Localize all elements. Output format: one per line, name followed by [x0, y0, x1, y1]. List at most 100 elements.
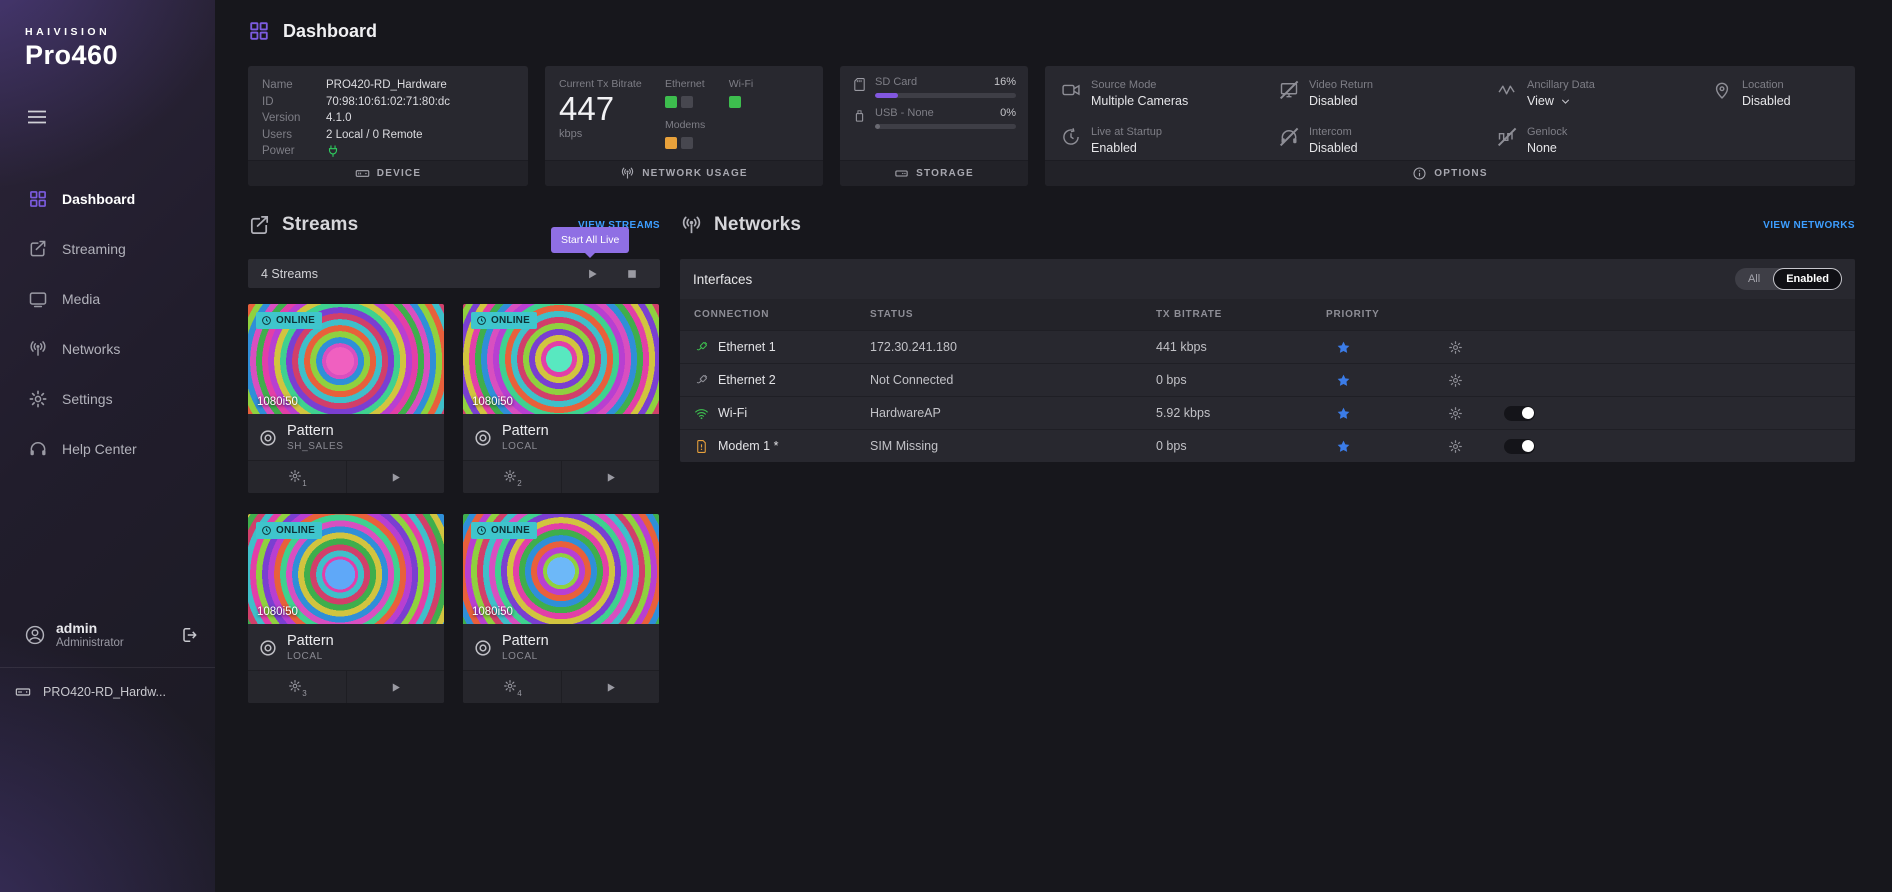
gear-icon: [1448, 439, 1463, 454]
stream-settings-button[interactable]: 2: [463, 461, 562, 493]
stream-name: Pattern: [502, 633, 549, 649]
device-field: ID 70:98:10:61:02:71:80:dc: [262, 94, 514, 111]
brand-name: HAIVISION: [25, 26, 215, 38]
stream-play-button[interactable]: [347, 461, 445, 493]
filter-all-option[interactable]: All: [1735, 268, 1773, 290]
sidebar-bottom: admin Administrator PRO420-RD_Hardw...: [0, 620, 215, 700]
streams-toolbar: 4 Streams: [248, 259, 660, 288]
stream-info: Pattern SH_SALES: [248, 414, 444, 460]
option-label: Live at Startup: [1091, 126, 1162, 138]
interface-settings-button[interactable]: [1448, 340, 1504, 355]
sidebar-item-label: Media: [62, 291, 100, 307]
clock-icon: [261, 315, 272, 326]
clock-icon: [476, 315, 487, 326]
stream-settings-button[interactable]: 3: [248, 671, 347, 703]
chevron-down-icon: [1560, 96, 1571, 107]
stream-thumbnail[interactable]: ONLINE 1080i50: [248, 304, 444, 414]
device-name-row[interactable]: PRO420-RD_Hardw...: [0, 668, 215, 700]
content-row: Streams VIEW STREAMS Start All Live 4 St…: [215, 186, 1892, 703]
option-intercom: Intercom Disabled: [1279, 126, 1497, 160]
genlock-icon: [1497, 127, 1517, 147]
sidebar-item-settings[interactable]: Settings: [0, 374, 215, 424]
sd-card-percent: 16%: [994, 76, 1016, 88]
option-value: Enabled: [1091, 141, 1162, 155]
pattern-icon: [258, 638, 278, 658]
network-usage-footer: NETWORK USAGE: [545, 160, 823, 186]
device-card-footer: DEVICE: [248, 160, 528, 186]
option-label: Intercom: [1309, 126, 1358, 138]
user-info: admin Administrator: [56, 620, 124, 649]
stream-play-button[interactable]: [562, 461, 660, 493]
stream-thumbnail[interactable]: ONLINE 1080i50: [248, 514, 444, 624]
priority-star[interactable]: [1326, 340, 1448, 355]
field-label: Power: [262, 143, 326, 160]
status-badge-label: ONLINE: [491, 315, 530, 326]
sidebar-item-media[interactable]: Media: [0, 274, 215, 324]
power-status-icon: [326, 143, 340, 160]
option-value: Disabled: [1742, 94, 1791, 108]
interface-status: HardwareAP: [870, 406, 1156, 420]
streams-section: Streams VIEW STREAMS Start All Live 4 St…: [248, 208, 660, 703]
sd-progress-fill: [875, 93, 898, 98]
stream-play-button[interactable]: [562, 671, 660, 703]
sidebar-item-streaming[interactable]: Streaming: [0, 224, 215, 274]
stream-card: ONLINE 1080i50 Pattern LOCAL: [248, 514, 444, 703]
stream-footer: 4: [463, 670, 659, 703]
user-role: Administrator: [56, 637, 124, 649]
play-icon: [389, 681, 402, 694]
resolution-label: 1080i50: [257, 606, 298, 618]
priority-star[interactable]: [1326, 406, 1448, 421]
options-footer: OPTIONS: [1045, 160, 1855, 186]
stop-all-streams-button[interactable]: [625, 267, 639, 281]
sim-warning-icon: [694, 439, 709, 454]
interface-settings-button[interactable]: [1448, 373, 1504, 388]
sidebar-item-networks[interactable]: Networks: [0, 324, 215, 374]
logout-button[interactable]: [179, 625, 199, 645]
storage-footer-label: STORAGE: [916, 168, 974, 179]
option-value: View: [1527, 94, 1554, 108]
wave-icon: [1497, 80, 1517, 100]
stream-thumbnail[interactable]: ONLINE 1080i50: [463, 304, 659, 414]
gear-icon: [1448, 373, 1463, 388]
view-networks-link[interactable]: VIEW NETWORKS: [1763, 220, 1855, 231]
stream-source: SH_SALES: [287, 441, 344, 452]
user-row: admin Administrator: [0, 620, 215, 649]
interface-bitrate: 441 kbps: [1156, 340, 1326, 354]
antenna-icon: [620, 166, 635, 181]
ethernet-status-group: Ethernet: [665, 78, 705, 108]
storage-body: SD Card 16% USB - None: [840, 66, 1028, 160]
stream-index: 2: [517, 479, 521, 488]
sidebar-item-help-center[interactable]: Help Center: [0, 424, 215, 474]
interface-name: Ethernet 2: [718, 373, 776, 387]
option-live-at-startup: Live at Startup Enabled: [1061, 126, 1279, 160]
interface-settings-button[interactable]: [1448, 406, 1504, 421]
sidebar-item-dashboard[interactable]: Dashboard: [0, 174, 215, 224]
gear-icon: [1448, 406, 1463, 421]
stream-card: ONLINE 1080i50 Pattern LOCAL: [463, 514, 659, 703]
device-field: Name PRO420-RD_Hardware: [262, 77, 514, 94]
stream-footer: 1: [248, 460, 444, 493]
stream-settings-button[interactable]: 1: [248, 461, 347, 493]
stream-settings-button[interactable]: 4: [463, 671, 562, 703]
stream-grid: ONLINE 1080i50 Pattern SH_SALES: [248, 304, 660, 703]
clock-icon: [476, 525, 487, 536]
option-label: Video Return: [1309, 79, 1373, 91]
usb-label: USB - None: [875, 107, 934, 119]
ancillary-data-dropdown[interactable]: View: [1527, 94, 1595, 108]
field-label: Version: [262, 110, 326, 127]
stream-play-button[interactable]: [347, 671, 445, 703]
interface-enabled-toggle[interactable]: [1504, 439, 1535, 454]
stream-thumbnail[interactable]: ONLINE 1080i50: [463, 514, 659, 624]
start-all-streams-button[interactable]: [585, 267, 599, 281]
main-content: Dashboard Name PRO420-RD_Hardware ID 70:…: [215, 0, 1892, 892]
priority-star[interactable]: [1326, 373, 1448, 388]
info-icon: [1412, 166, 1427, 181]
column-connection: CONNECTION: [694, 309, 870, 320]
interface-settings-button[interactable]: [1448, 439, 1504, 454]
interface-enabled-toggle[interactable]: [1504, 406, 1535, 421]
priority-star[interactable]: [1326, 439, 1448, 454]
filter-enabled-option[interactable]: Enabled: [1773, 268, 1842, 290]
modem1-status-square: [665, 137, 677, 149]
menu-toggle-button[interactable]: [25, 105, 49, 129]
column-priority: PRIORITY: [1326, 309, 1448, 320]
